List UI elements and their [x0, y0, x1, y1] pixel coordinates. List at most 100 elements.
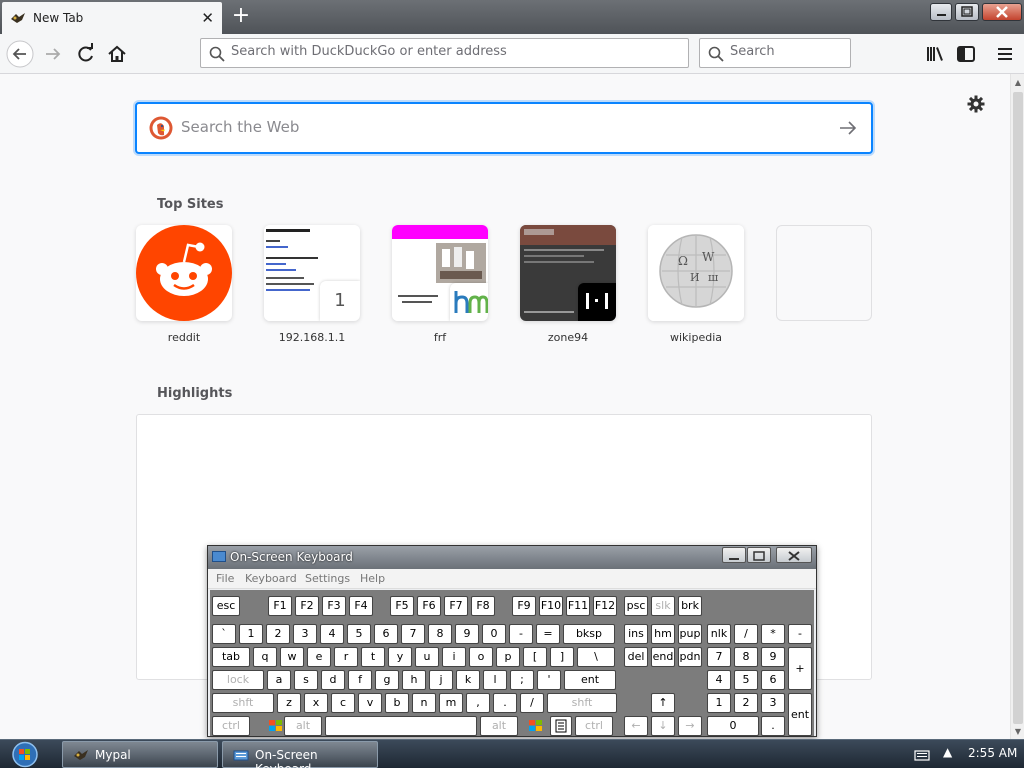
forward-icon[interactable] [39, 40, 67, 68]
osk-key[interactable]: n [412, 693, 436, 713]
osk-close-button[interactable] [776, 547, 812, 563]
osk-key[interactable]: 5 [347, 624, 371, 644]
scroll-down-icon[interactable]: ▼ [1012, 726, 1024, 738]
osk-key[interactable]: + [788, 647, 812, 690]
web-search-input[interactable] [181, 118, 821, 136]
osk-key[interactable]: ' [537, 670, 561, 690]
osk-key[interactable]: ; [510, 670, 534, 690]
osk-key[interactable]: brk [678, 596, 702, 616]
taskbar-item-osk[interactable]: On-Screen Keyboard [222, 741, 378, 768]
osk-key[interactable]: 4 [320, 624, 344, 644]
osk-key[interactable]: h [402, 670, 426, 690]
osk-key[interactable]: y [388, 647, 412, 667]
osk-key[interactable]: ↓ [651, 716, 675, 736]
search-bar[interactable] [699, 38, 851, 68]
tab-new-tab[interactable]: New Tab ✕ [2, 2, 222, 34]
osk-key[interactable]: ↑ [651, 693, 675, 713]
osk-key[interactable]: del [624, 647, 648, 667]
osk-key[interactable]: 1 [707, 693, 731, 713]
window-minimize-button[interactable] [930, 3, 952, 21]
scroll-up-icon[interactable]: ▲ [1012, 77, 1024, 89]
tray-expand-icon[interactable]: ▲ [943, 745, 952, 759]
osk-key[interactable]: 6 [761, 670, 785, 690]
osk-key[interactable]: i [442, 647, 466, 667]
osk-key[interactable]: q [253, 647, 277, 667]
osk-menu-settings[interactable]: Settings [305, 572, 350, 585]
osk-key[interactable]: z [277, 693, 301, 713]
osk-key[interactable]: 0 [482, 624, 506, 644]
osk-key[interactable]: 8 [734, 647, 758, 667]
osk-key[interactable]: / [520, 693, 544, 713]
home-icon[interactable] [103, 40, 131, 68]
osk-key[interactable]: shft [547, 693, 617, 713]
osk-key[interactable]: p [496, 647, 520, 667]
osk-key[interactable]: → [678, 716, 702, 736]
osk-key[interactable]: F12 [593, 596, 617, 616]
taskbar-clock[interactable]: 2:55 AM [968, 746, 1017, 760]
osk-key[interactable]: - [788, 624, 812, 644]
osk-key[interactable]: g [375, 670, 399, 690]
osk-key[interactable]: F8 [471, 596, 495, 616]
osk-menu-key[interactable] [550, 716, 572, 736]
osk-key[interactable]: 6 [374, 624, 398, 644]
osk-key[interactable]: j [429, 670, 453, 690]
back-icon[interactable] [6, 40, 34, 68]
osk-key[interactable]: 8 [428, 624, 452, 644]
osk-key[interactable]: F5 [390, 596, 414, 616]
osk-key[interactable]: . [761, 716, 785, 736]
osk-key[interactable]: tab [212, 647, 250, 667]
menu-icon[interactable] [991, 40, 1019, 68]
start-button-icon[interactable] [6, 741, 44, 768]
osk-key[interactable]: c [331, 693, 355, 713]
osk-key[interactable]: ] [550, 647, 574, 667]
osk-space-key[interactable] [325, 716, 477, 736]
osk-key[interactable]: , [466, 693, 490, 713]
osk-key[interactable]: ← [624, 716, 648, 736]
osk-key[interactable]: o [469, 647, 493, 667]
address-bar[interactable] [200, 38, 689, 68]
windows-key-icon[interactable] [266, 716, 286, 736]
osk-key[interactable]: * [761, 624, 785, 644]
osk-key[interactable]: l [483, 670, 507, 690]
osk-key[interactable]: end [651, 647, 675, 667]
osk-key[interactable]: 4 [707, 670, 731, 690]
osk-key[interactable]: bksp [563, 624, 615, 644]
osk-key[interactable]: ` [212, 624, 236, 644]
osk-key[interactable]: 7 [707, 647, 731, 667]
osk-key[interactable]: shft [212, 693, 274, 713]
osk-key[interactable]: psc [624, 596, 648, 616]
osk-key[interactable]: k [456, 670, 480, 690]
vertical-scrollbar[interactable]: ▲ ▼ [1010, 74, 1024, 739]
osk-key[interactable]: alt [284, 716, 322, 736]
osk-key[interactable]: ent [564, 670, 616, 690]
osk-key[interactable]: hm [651, 624, 675, 644]
osk-key[interactable]: esc [212, 596, 240, 616]
osk-key[interactable]: 2 [734, 693, 758, 713]
osk-key[interactable]: a [267, 670, 291, 690]
osk-key[interactable]: r [334, 647, 358, 667]
osk-key[interactable]: slk [651, 596, 675, 616]
osk-key[interactable]: F2 [295, 596, 319, 616]
keyboard-tray-icon[interactable] [914, 749, 930, 761]
osk-titlebar[interactable]: On-Screen Keyboard [208, 546, 816, 569]
osk-key[interactable]: d [321, 670, 345, 690]
top-site-tile-zone94[interactable] [520, 225, 616, 321]
osk-key[interactable]: f [348, 670, 372, 690]
windows-key-icon[interactable] [526, 716, 546, 736]
top-site-tile-reddit[interactable] [136, 225, 232, 321]
osk-key[interactable]: ent [788, 693, 812, 736]
osk-key[interactable]: pdn [678, 647, 702, 667]
osk-key[interactable]: 7 [401, 624, 425, 644]
top-site-tile-router[interactable]: 1 [264, 225, 360, 321]
osk-key[interactable]: pup [678, 624, 702, 644]
top-site-tile-wikipedia[interactable]: Ω W И ш [648, 225, 744, 321]
osk-key[interactable]: F6 [417, 596, 441, 616]
sidebar-icon[interactable] [952, 40, 980, 68]
osk-menu-keyboard[interactable]: Keyboard [245, 572, 297, 585]
osk-key[interactable]: . [493, 693, 517, 713]
osk-key[interactable]: F3 [322, 596, 346, 616]
osk-key[interactable]: \ [577, 647, 615, 667]
tab-close-icon[interactable]: ✕ [201, 9, 214, 27]
osk-key[interactable]: 9 [455, 624, 479, 644]
osk-key[interactable]: 1 [239, 624, 263, 644]
